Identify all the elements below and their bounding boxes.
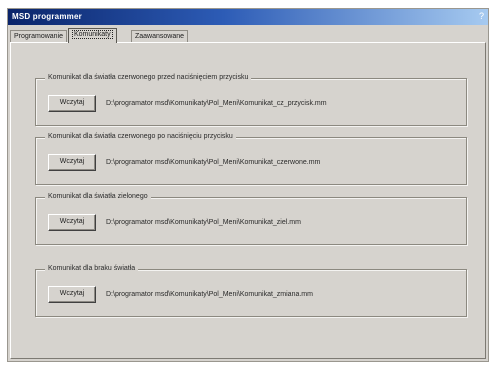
tab-zaawansowane[interactable]: Zaawansowane [131,30,189,42]
tab-label: Komunikaty [72,30,113,39]
message-group-no-light: Komunikat dla braku światła Wczytaj D:\p… [35,265,467,317]
message-group-green: Komunikat dla światła zielonego Wczytaj … [35,193,467,245]
tab-komunikaty[interactable]: Komunikaty [68,28,117,43]
tab-programowanie[interactable]: Programowanie [10,30,68,42]
tab-label: Programowanie [14,33,64,40]
window-title: MSD programmer [12,12,82,21]
load-button[interactable]: Wczytaj [48,95,96,112]
file-path: D:\programator msd\Komunikaty\Pol_Meni\K… [106,159,321,166]
file-path: D:\programator msd\Komunikaty\Pol_Meni\K… [106,219,301,226]
tab-strip: Programowanie Komunikaty Zaawansowane [10,28,486,43]
group-label: Komunikat dla światła zielonego [45,193,151,200]
file-path: D:\programator msd\Komunikaty\Pol_Meni\K… [106,100,327,107]
load-button[interactable]: Wczytaj [48,286,96,303]
group-label: Komunikat dla światła czerwonego po naci… [45,133,236,140]
app-window: MSD programmer ? Programowanie Komunikat… [7,8,489,362]
group-label: Komunikat dla braku światła [45,265,139,272]
help-button[interactable]: ? [477,11,486,22]
tab-label: Zaawansowane [135,33,185,40]
title-bar[interactable]: MSD programmer ? [8,9,488,25]
group-label: Komunikat dla światła czerwonego przed n… [45,74,252,81]
message-group-red-before: Komunikat dla światła czerwonego przed n… [35,74,467,126]
load-button[interactable]: Wczytaj [48,154,96,171]
file-path: D:\programator msd\Komunikaty\Pol_Meni\K… [106,291,313,298]
message-group-red-after: Komunikat dla światła czerwonego po naci… [35,133,467,185]
tab-panel-komunikaty: Komunikat dla światła czerwonego przed n… [10,42,486,359]
load-button[interactable]: Wczytaj [48,214,96,231]
